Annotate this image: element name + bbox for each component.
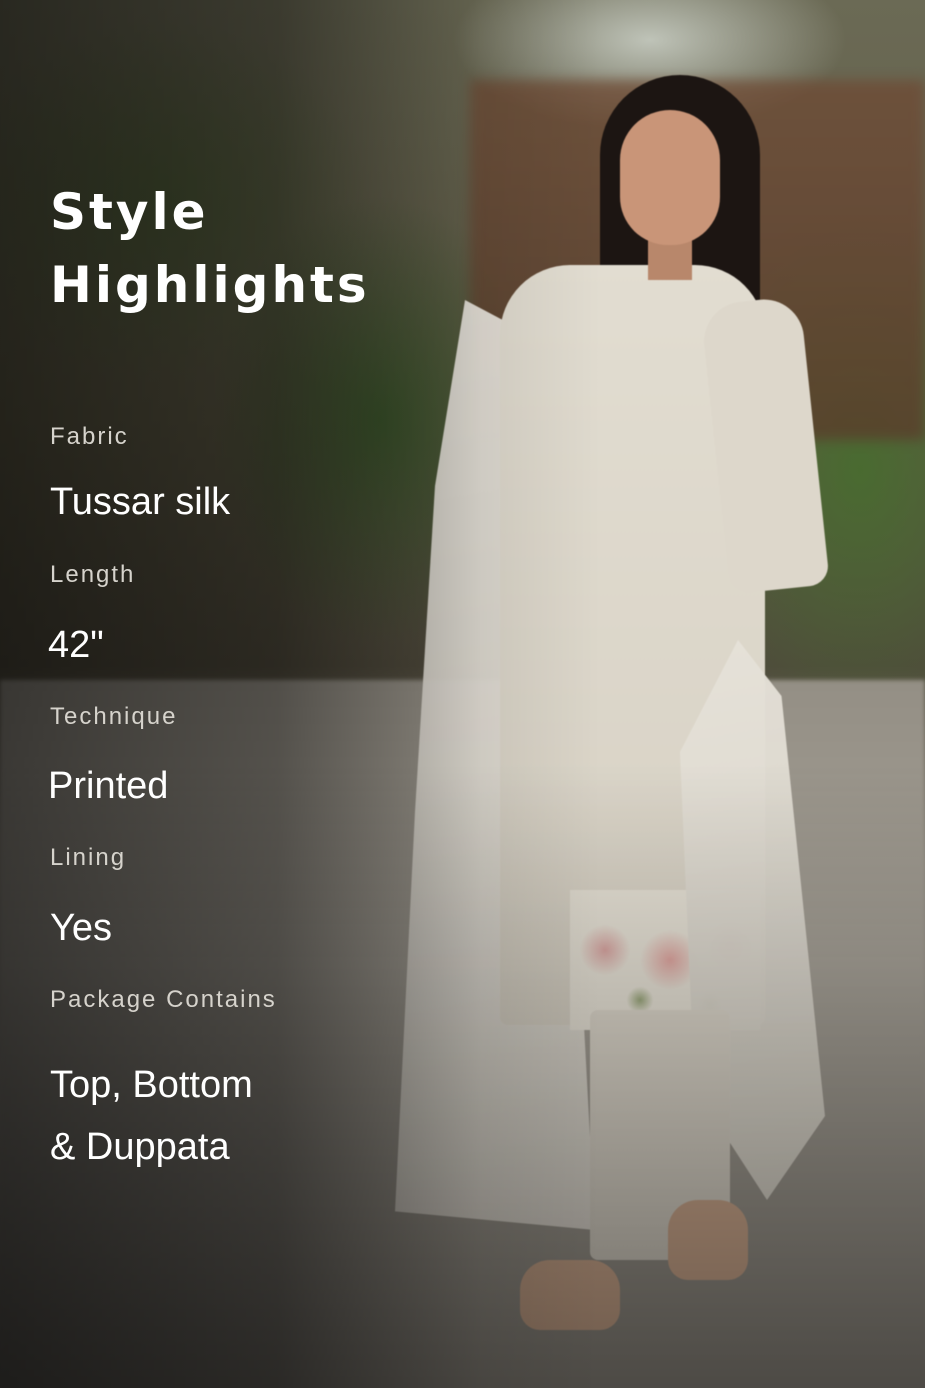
spec-label-length: Length	[50, 561, 136, 588]
spec-value-lining: Yes	[50, 907, 112, 949]
spec-value-package: Top, Bottom & Duppata	[50, 1064, 253, 1168]
spec-label-lining: Lining	[50, 844, 127, 871]
product-highlight-card: Style Highlights Fabric Tussar silk Leng…	[0, 0, 925, 1388]
spec-value-length: 42"	[48, 624, 104, 666]
page-title: Style Highlights	[50, 183, 370, 314]
spec-label-technique: Technique	[50, 703, 178, 730]
spec-value-technique: Printed	[48, 765, 169, 807]
spec-value-fabric: Tussar silk	[50, 481, 231, 523]
spec-label-fabric: Fabric	[50, 423, 129, 450]
spec-label-package: Package Contains	[50, 986, 277, 1013]
